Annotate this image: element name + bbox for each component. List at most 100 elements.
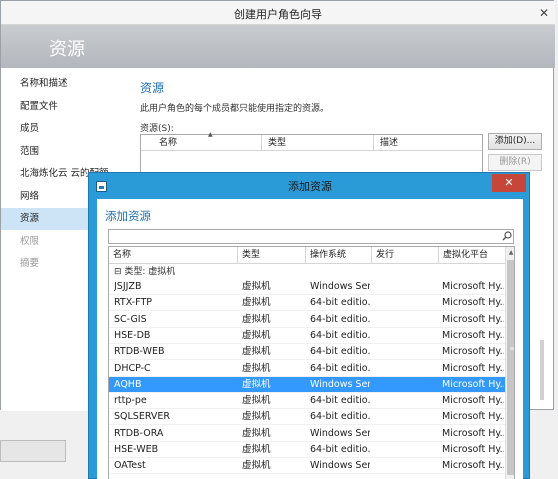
grid-col-name[interactable]: 名称 (109, 247, 238, 264)
scroll-thumb[interactable]: ≡ (507, 260, 515, 475)
search-icon[interactable] (501, 231, 513, 243)
dialog-title: 添加资源 (288, 180, 332, 193)
cell-platform: Microsoft Hy... (442, 444, 504, 455)
cell-platform: Microsoft Hy... (442, 297, 504, 309)
wizard-title-bar: 创建用户角色向导 ✕ (1, 1, 555, 25)
cell-type: 虚拟机 (242, 329, 271, 341)
cell-name: SQLSERVER (114, 411, 171, 423)
table-row[interactable]: SQLSERVER 虚拟机 64-bit editio... Microsoft Hy… (109, 409, 505, 426)
resources-table-header: 名称 ▲ 类型 描述 (141, 131, 482, 151)
add-button[interactable]: 添加(D)... (488, 133, 542, 150)
search-input[interactable] (108, 229, 514, 244)
cell-platform: Microsoft Hy... (442, 427, 504, 439)
cell-platform: Microsoft Hy... (442, 460, 504, 472)
cell-os: 64-bit editio... (310, 411, 370, 423)
dialog-close-icon[interactable]: ✕ (492, 174, 526, 192)
table-row[interactable]: RTDB-WEB 虚拟机 64-bit editio... Microsoft Hy.… (109, 344, 505, 361)
cell-type: 虚拟机 (242, 427, 271, 439)
cell-name: DHCP-C (114, 362, 151, 374)
cell-os: 64-bit editio... (310, 297, 370, 309)
cell-type: 虚拟机 (242, 362, 271, 374)
wizard-header-title: 资源 (49, 39, 85, 60)
table-row[interactable]: RTX-FTP 虚拟机 64-bit editio... Microsoft Hy..… (109, 295, 505, 312)
col-type[interactable]: 类型 (261, 135, 373, 151)
cell-type: 虚拟机 (242, 346, 271, 358)
background-panel (0, 440, 66, 462)
col-description[interactable]: 描述 (373, 135, 482, 151)
table-row[interactable]: AQHB 虚拟机 Windows Ser... Microsoft Hy... (109, 376, 505, 393)
nav-step-item[interactable]: 配置文件 (1, 96, 127, 118)
cell-os: 64-bit editio... (310, 444, 370, 455)
nav-step-item[interactable]: 成员 (1, 118, 127, 140)
table-row[interactable]: HSE-WEB 虚拟机 64-bit editio... Microsoft Hy..… (109, 442, 505, 458)
table-row[interactable]: SC-GIS 虚拟机 64-bit editio... Microsoft Hy... (109, 312, 505, 328)
cell-platform: Microsoft Hy... (442, 411, 504, 423)
cell-os: Windows Ser... (310, 378, 370, 390)
add-resource-dialog: 添加资源 ✕ 添加资源 名称 类型 操作系统 发行 虚拟化平台 ⊟ 类型: 虚拟… (88, 172, 530, 479)
cell-os: Windows Ser... (310, 281, 370, 292)
wizard-header-band: 资源 (1, 25, 555, 68)
wizard-title: 创建用户角色向导 (234, 8, 322, 21)
nav-step-item[interactable]: 范围 (1, 141, 127, 163)
cell-os: 64-bit editio... (310, 395, 370, 407)
cell-name: rttp-pe (114, 395, 147, 407)
cell-os: Windows Ser... (310, 460, 370, 472)
cell-platform: Microsoft Hy... (442, 378, 504, 390)
cell-platform: Microsoft Hy... (442, 329, 504, 341)
col-name[interactable]: 名称 (141, 135, 261, 151)
cell-type: 虚拟机 (242, 313, 271, 325)
grid-col-platform[interactable]: 虚拟化平台 (439, 247, 505, 264)
cell-os: 64-bit editio... (310, 329, 370, 341)
dialog-heading: 添加资源 (105, 209, 151, 223)
cell-type: 虚拟机 (242, 281, 271, 292)
table-row[interactable]: rttp-pe 虚拟机 64-bit editio... Microsoft Hy..… (109, 393, 505, 410)
cell-os: Windows Ser... (310, 427, 370, 439)
nav-step-item[interactable]: 名称和描述 (1, 73, 127, 95)
cell-os: 64-bit editio... (310, 313, 370, 325)
cell-os: 64-bit editio... (310, 362, 370, 374)
cell-name: AQHB (114, 378, 142, 390)
background-scroll-edge (540, 340, 544, 400)
cell-type: 虚拟机 (242, 297, 271, 309)
cell-name: SC-GIS (114, 313, 147, 325)
cell-name: OATest (114, 460, 146, 472)
cell-name: RTX-FTP (114, 297, 153, 309)
grid-col-os[interactable]: 操作系统 (306, 247, 372, 264)
table-row[interactable]: OATest 虚拟机 Windows Ser... Microsoft Hy... (109, 458, 505, 475)
cell-platform: Microsoft Hy... (442, 346, 504, 358)
resources-label: 资源(S): (140, 124, 174, 134)
page-description: 此用户角色的每个成员都只能使用指定的资源。 (140, 104, 330, 114)
cell-os: 64-bit editio... (310, 346, 370, 358)
vertical-scrollbar[interactable]: ▲ ≡ (505, 247, 515, 479)
cell-platform: Microsoft Hy... (442, 281, 504, 292)
table-row[interactable]: JSJJZB 虚拟机 Windows Ser... Microsoft Hy... (109, 279, 505, 295)
group-header-vm[interactable]: ⊟ 类型: 虚拟机 (109, 265, 505, 279)
grid-rows: JSJJZB虚拟机Windows Ser...Microsoft Hy...RT… (109, 279, 505, 479)
cell-type: 虚拟机 (242, 444, 271, 455)
cell-name: HSE-DB (114, 329, 151, 341)
resource-grid[interactable]: 名称 类型 操作系统 发行 虚拟化平台 ⊟ 类型: 虚拟机 JSJJZB 虚拟机 W… (108, 246, 515, 479)
delete-button[interactable]: 删除(R) (488, 154, 542, 171)
scroll-up-icon[interactable]: ▲ (506, 248, 514, 258)
cell-platform: Microsoft Hy... (442, 395, 504, 407)
cell-name: RTDB-WEB (114, 346, 165, 358)
wizard-close-icon[interactable]: ✕ (535, 4, 553, 22)
grid-col-type[interactable]: 类型 (238, 247, 306, 264)
sort-arrow-icon: ▲ (208, 131, 213, 138)
table-row[interactable]: HSE-DB 虚拟机 64-bit editio... Microsoft Hy... (109, 328, 505, 344)
cell-type: 虚拟机 (242, 395, 271, 407)
scroll-grip-icon: ≡ (509, 345, 515, 352)
table-row[interactable]: RTDB-ORA 虚拟机 Windows Ser... Microsoft Hy... (109, 426, 505, 442)
cell-platform: Microsoft Hy... (442, 313, 504, 325)
cell-name: JSJJZB (114, 281, 142, 292)
table-row[interactable]: DHCP-C 虚拟机 64-bit editio... Microsoft Hy... (109, 361, 505, 377)
cell-type: 虚拟机 (242, 460, 271, 472)
grid-col-release[interactable]: 发行 (372, 247, 439, 264)
cell-type: 虚拟机 (242, 411, 271, 423)
cell-platform: Microsoft Hy... (442, 362, 504, 374)
cell-type: 虚拟机 (242, 378, 271, 390)
cell-name: RTDB-ORA (114, 427, 164, 439)
dialog-body: 添加资源 名称 类型 操作系统 发行 虚拟化平台 ⊟ 类型: 虚拟机 JSJJZ… (97, 199, 523, 479)
cell-name: HSE-WEB (114, 444, 159, 455)
grid-header: 名称 类型 操作系统 发行 虚拟化平台 (109, 247, 505, 264)
